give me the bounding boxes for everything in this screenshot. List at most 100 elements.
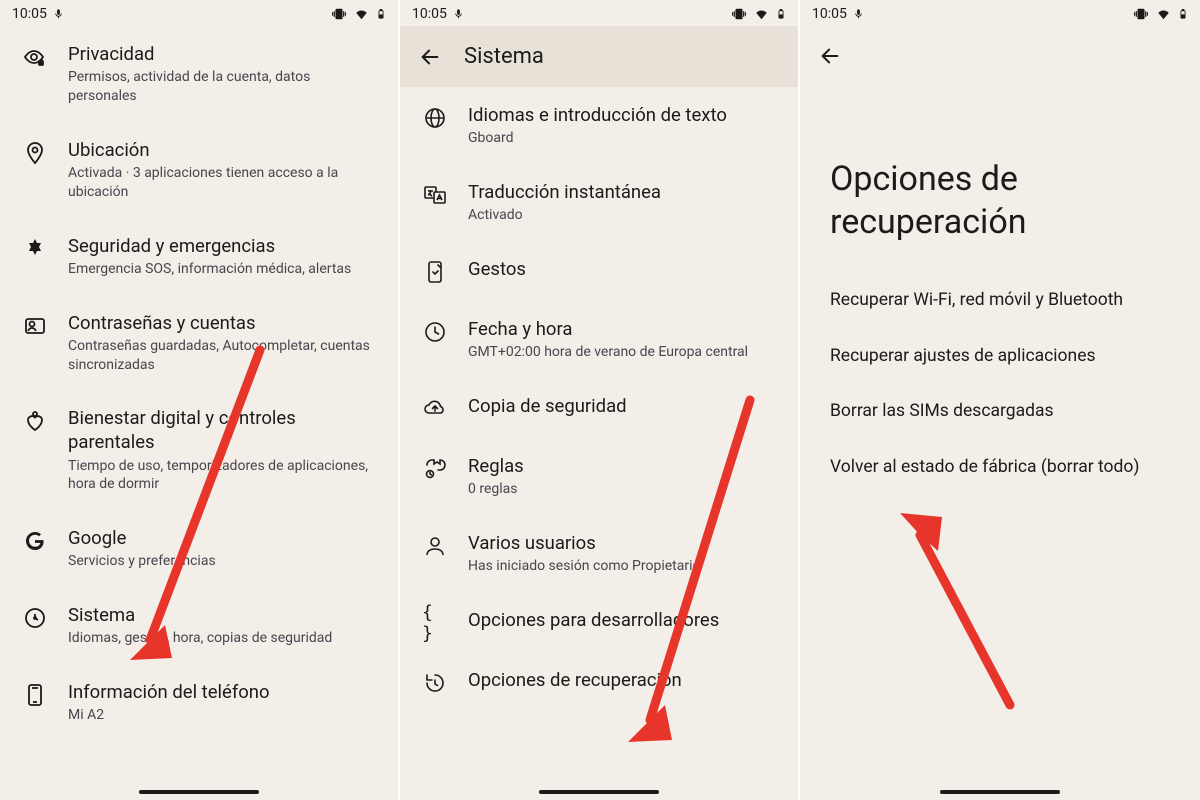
reset-options-list[interactable]: Recuperar Wi-Fi, red móvil y Bluetooth R… bbox=[800, 273, 1200, 496]
item-sub: Gboard bbox=[468, 129, 776, 148]
reset-icon bbox=[422, 670, 448, 696]
reset-item-esim[interactable]: Borrar las SIMs descargadas bbox=[800, 384, 1200, 440]
status-time: 10:05 bbox=[412, 6, 447, 22]
item-label: Idiomas e introducción de texto bbox=[468, 103, 776, 127]
settings-item-passwords[interactable]: Contraseñas y cuentasContraseñas guardad… bbox=[0, 295, 398, 391]
item-label: Ubicación bbox=[68, 138, 376, 162]
language-icon bbox=[422, 105, 448, 131]
about-phone-icon bbox=[22, 682, 48, 708]
status-bar: 10:05 bbox=[400, 0, 798, 26]
wifi-icon bbox=[353, 7, 370, 21]
battery-icon bbox=[776, 6, 786, 22]
settings-item-wellbeing[interactable]: Bienestar digital y controles parentales… bbox=[0, 390, 398, 510]
rules-icon bbox=[422, 456, 448, 482]
item-sub: Mi A2 bbox=[68, 706, 376, 725]
item-label: Privacidad bbox=[68, 42, 376, 66]
settings-item-google[interactable]: GoogleServicios y preferencias bbox=[0, 510, 398, 587]
back-arrow-icon bbox=[819, 45, 841, 67]
vibrate-icon bbox=[1133, 7, 1149, 21]
passwords-icon bbox=[22, 313, 48, 339]
status-bar: 10:05 bbox=[0, 0, 398, 26]
system-settings-screen: 10:05 Sistema Idiomas e introducción de … bbox=[400, 0, 800, 800]
system-icon bbox=[22, 605, 48, 631]
item-label: Reglas bbox=[468, 454, 776, 478]
status-time: 10:05 bbox=[12, 6, 47, 22]
reset-item-factory[interactable]: Volver al estado de fábrica (borrar todo… bbox=[800, 440, 1200, 496]
settings-item-location[interactable]: UbicaciónActivada · 3 aplicaciones tiene… bbox=[0, 122, 398, 218]
home-indicator[interactable] bbox=[940, 790, 1060, 794]
item-sub: Idiomas, gestos, hora, copias de segurid… bbox=[68, 629, 376, 648]
status-time: 10:05 bbox=[812, 6, 847, 22]
app-bar: Sistema bbox=[400, 26, 798, 87]
system-item-rules[interactable]: Reglas 0 reglas bbox=[400, 438, 798, 515]
users-icon bbox=[422, 533, 448, 559]
item-label: Opciones para desarrolladores bbox=[468, 608, 776, 632]
system-item-developer[interactable]: { } Opciones para desarrolladores bbox=[400, 592, 798, 652]
system-item-languages[interactable]: Idiomas e introducción de texto Gboard bbox=[400, 87, 798, 164]
item-sub: 0 reglas bbox=[468, 480, 776, 499]
home-indicator[interactable] bbox=[139, 790, 259, 794]
back-button[interactable] bbox=[418, 45, 442, 69]
page-title: Opciones de recuperación bbox=[800, 68, 1200, 273]
item-sub: Servicios y preferencias bbox=[68, 552, 376, 571]
back-arrow-icon bbox=[419, 46, 441, 68]
settings-item-emergency[interactable]: Seguridad y emergencias Emergencia SOS, i… bbox=[0, 218, 398, 295]
item-label: Opciones de recuperación bbox=[468, 668, 776, 692]
item-sub: Permisos, actividad de la cuenta, datos … bbox=[68, 68, 376, 106]
system-list[interactable]: Idiomas e introducción de texto Gboard Tr… bbox=[400, 87, 798, 712]
settings-item-privacy[interactable]: PrivacidadPermisos, actividad de la cuen… bbox=[0, 26, 398, 122]
app-bar bbox=[800, 26, 1200, 68]
battery-icon bbox=[1178, 6, 1188, 22]
vibrate-icon bbox=[331, 7, 347, 21]
reset-item-apps[interactable]: Recuperar ajustes de aplicaciones bbox=[800, 329, 1200, 385]
item-label: Sistema bbox=[68, 603, 376, 627]
translate-icon bbox=[422, 182, 448, 208]
item-label: Fecha y hora bbox=[468, 317, 776, 341]
item-label: Bienestar digital y controles parentales bbox=[68, 406, 376, 454]
gestures-icon bbox=[422, 259, 448, 285]
clock-icon bbox=[422, 319, 448, 345]
annotation-arrow bbox=[880, 505, 1040, 715]
item-label: Varios usuarios bbox=[468, 531, 776, 555]
system-item-datetime[interactable]: Fecha y hora GMT+02:00 hora de verano de … bbox=[400, 301, 798, 378]
item-sub: Activada · 3 aplicaciones tienen acceso … bbox=[68, 164, 376, 202]
system-item-backup[interactable]: Copia de seguridad bbox=[400, 378, 798, 438]
back-button[interactable] bbox=[818, 44, 842, 68]
settings-list[interactable]: PrivacidadPermisos, actividad de la cuen… bbox=[0, 26, 398, 800]
battery-icon bbox=[376, 6, 386, 22]
home-indicator[interactable] bbox=[539, 790, 659, 794]
item-label: Seguridad y emergencias bbox=[68, 234, 376, 258]
settings-item-about-phone[interactable]: Información del teléfono Mi A2 bbox=[0, 664, 398, 741]
appbar-title: Sistema bbox=[464, 44, 544, 69]
item-sub: Tiempo de uso, temporizadores de aplicac… bbox=[68, 457, 376, 495]
emergency-icon bbox=[22, 236, 48, 262]
wifi-icon bbox=[1155, 7, 1172, 21]
item-sub: Emergencia SOS, información médica, aler… bbox=[68, 260, 376, 279]
mic-icon bbox=[853, 7, 864, 21]
system-item-reset[interactable]: Opciones de recuperación bbox=[400, 652, 798, 712]
wellbeing-icon bbox=[22, 408, 48, 434]
backup-icon bbox=[422, 396, 448, 422]
item-label: Traducción instantánea bbox=[468, 180, 776, 204]
item-sub: Contraseñas guardadas, Autocompletar, cu… bbox=[68, 337, 376, 375]
item-label: Copia de seguridad bbox=[468, 394, 776, 418]
developer-icon: { } bbox=[422, 610, 448, 636]
mic-icon bbox=[53, 7, 64, 21]
settings-main-screen: 10:05 PrivacidadPermisos, actividad de l… bbox=[0, 0, 400, 800]
vibrate-icon bbox=[731, 7, 747, 21]
reset-options-screen: 10:05 Opciones de recuperación Recuperar… bbox=[800, 0, 1200, 800]
reset-item-network[interactable]: Recuperar Wi-Fi, red móvil y Bluetooth bbox=[800, 273, 1200, 329]
google-icon bbox=[22, 528, 48, 554]
system-item-translate[interactable]: Traducción instantáneaActivado bbox=[400, 164, 798, 241]
system-item-gestures[interactable]: Gestos bbox=[400, 241, 798, 301]
item-label: Información del teléfono bbox=[68, 680, 376, 704]
location-icon bbox=[22, 140, 48, 166]
item-label: Contraseñas y cuentas bbox=[68, 311, 376, 335]
mic-icon bbox=[453, 7, 464, 21]
settings-item-system[interactable]: Sistema Idiomas, gestos, hora, copias de … bbox=[0, 587, 398, 664]
item-sub: GMT+02:00 hora de verano de Europa centr… bbox=[468, 343, 776, 362]
privacy-icon bbox=[22, 44, 48, 70]
system-item-users[interactable]: Varios usuarios Has iniciado sesión como … bbox=[400, 515, 798, 592]
item-label: Gestos bbox=[468, 257, 776, 281]
item-sub: Has iniciado sesión como Propietario bbox=[468, 557, 776, 576]
